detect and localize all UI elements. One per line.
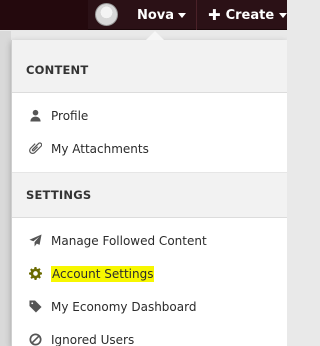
ban-icon	[28, 333, 42, 346]
chevron-down-icon	[178, 12, 187, 18]
paperclip-icon	[28, 142, 42, 156]
menu-item-label: My Economy Dashboard	[51, 299, 197, 314]
menu-item-label: Manage Followed Content	[51, 233, 207, 248]
username-label: Nova	[137, 7, 175, 23]
top-nav-bar: Nova ✚ Create	[0, 0, 287, 30]
section-header-content: CONTENT	[12, 40, 287, 93]
create-button[interactable]: ✚ Create	[196, 0, 287, 30]
page-background-gutter	[0, 31, 11, 346]
menu-item-my-economy-dashboard[interactable]: My Economy Dashboard	[12, 290, 287, 323]
section-header-settings: SETTINGS	[12, 172, 287, 218]
menu-item-label: Profile	[51, 108, 89, 123]
plus-icon: ✚	[208, 5, 221, 24]
menu-item-manage-followed-content[interactable]: Manage Followed Content	[12, 224, 287, 257]
send-icon	[28, 234, 42, 248]
tag-icon	[28, 300, 42, 314]
menu-item-my-attachments[interactable]: My Attachments	[12, 132, 287, 165]
user-dropdown-menu: CONTENT Profile My Attachments SETTINGS …	[11, 40, 287, 346]
menu-item-label: Ignored Users	[51, 332, 135, 346]
menu-item-profile[interactable]: Profile	[12, 99, 287, 132]
create-label: Create	[225, 7, 275, 23]
menu-item-label: My Attachments	[51, 141, 149, 156]
page: Nova ✚ Create CONTENT Profile My Attachm…	[0, 0, 287, 346]
menu-item-label: Account Settings	[51, 265, 155, 282]
section-title: CONTENT	[26, 62, 89, 77]
user-menu-button[interactable]: Nova	[125, 0, 195, 30]
menu-item-ignored-users[interactable]: Ignored Users	[12, 323, 287, 346]
section-title: SETTINGS	[26, 188, 92, 202]
menu-item-account-settings[interactable]: Account Settings	[12, 257, 287, 290]
user-icon	[28, 109, 42, 123]
avatar[interactable]	[95, 3, 118, 26]
chevron-down-icon	[279, 12, 287, 18]
nav-left-area	[0, 0, 88, 30]
gear-icon	[28, 267, 42, 281]
dropdown-pointer	[146, 31, 164, 40]
